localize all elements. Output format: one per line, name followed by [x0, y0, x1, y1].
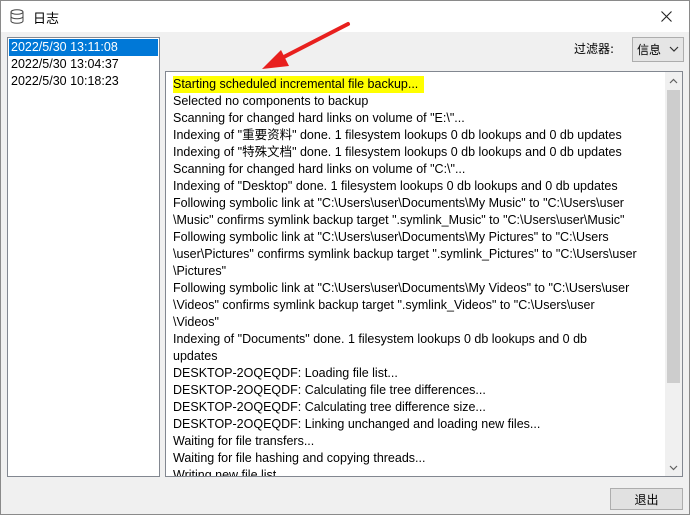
vertical-scrollbar[interactable] — [665, 72, 682, 476]
log-line: Following symbolic link at "C:\Users\use… — [173, 230, 637, 278]
filter-value: 信息 — [637, 43, 662, 57]
filter-dropdown[interactable]: 信息 — [632, 37, 684, 62]
log-line: Following symbolic link at "C:\Users\use… — [173, 196, 625, 227]
chevron-down-icon — [669, 46, 679, 52]
log-line: Following symbolic link at "C:\Users\use… — [173, 281, 630, 329]
log-line: Waiting for file transfers... — [173, 434, 315, 448]
scroll-up-button[interactable] — [665, 72, 682, 89]
chevron-down-icon — [669, 465, 678, 470]
exit-button[interactable]: 退出 — [610, 488, 683, 510]
session-item[interactable]: 2022/5/30 10:18:23 — [8, 73, 159, 90]
session-item[interactable]: 2022/5/30 13:11:08 — [9, 39, 158, 56]
scroll-thumb[interactable] — [667, 90, 680, 383]
session-item[interactable]: 2022/5/30 13:04:37 — [8, 56, 159, 73]
log-line: Scanning for changed hard links on volum… — [173, 111, 465, 125]
log-line: DESKTOP-2OQEQDF: Linking unchanged and l… — [173, 417, 541, 431]
close-icon — [660, 11, 672, 22]
log-line: Waiting for file hashing and copying thr… — [173, 451, 426, 465]
filter-label: 过滤器: — [574, 42, 615, 56]
close-button[interactable] — [643, 1, 689, 32]
log-line: Writing new file list... — [173, 468, 287, 477]
log-line: DESKTOP-2OQEQDF: Calculating file tree d… — [173, 383, 486, 397]
log-line: Indexing of "特殊文档" done. 1 filesystem lo… — [173, 145, 622, 159]
log-line: Scanning for changed hard links on volum… — [173, 162, 466, 176]
session-list[interactable]: 2022/5/30 13:11:08 2022/5/30 13:04:37 2022… — [7, 37, 160, 477]
log-line: DESKTOP-2OQEQDF: Calculating tree differ… — [173, 400, 486, 414]
log-line: Selected no components to backup — [173, 94, 369, 108]
log-line: Indexing of "Desktop" done. 1 filesystem… — [173, 179, 618, 193]
log-window: 日志 2022/5/30 13:11:08 2022/5/30 13:04:37 2… — [0, 0, 690, 515]
window-title: 日志 — [33, 12, 60, 27]
scroll-down-button[interactable] — [665, 459, 682, 476]
log-line-highlighted: Starting scheduled incremental file back… — [173, 76, 425, 93]
database-icon — [10, 9, 24, 24]
chevron-up-icon — [669, 78, 678, 83]
log-content: Starting scheduled incremental file back… — [173, 76, 663, 477]
log-line: Indexing of "Documents" done. 1 filesyst… — [173, 332, 587, 363]
log-text-area[interactable]: Starting scheduled incremental file back… — [165, 71, 683, 477]
log-line: Indexing of "重要资料" done. 1 filesystem lo… — [173, 128, 622, 142]
log-line: DESKTOP-2OQEQDF: Loading file list... — [173, 366, 398, 380]
title-bar: 日志 — [1, 1, 689, 32]
